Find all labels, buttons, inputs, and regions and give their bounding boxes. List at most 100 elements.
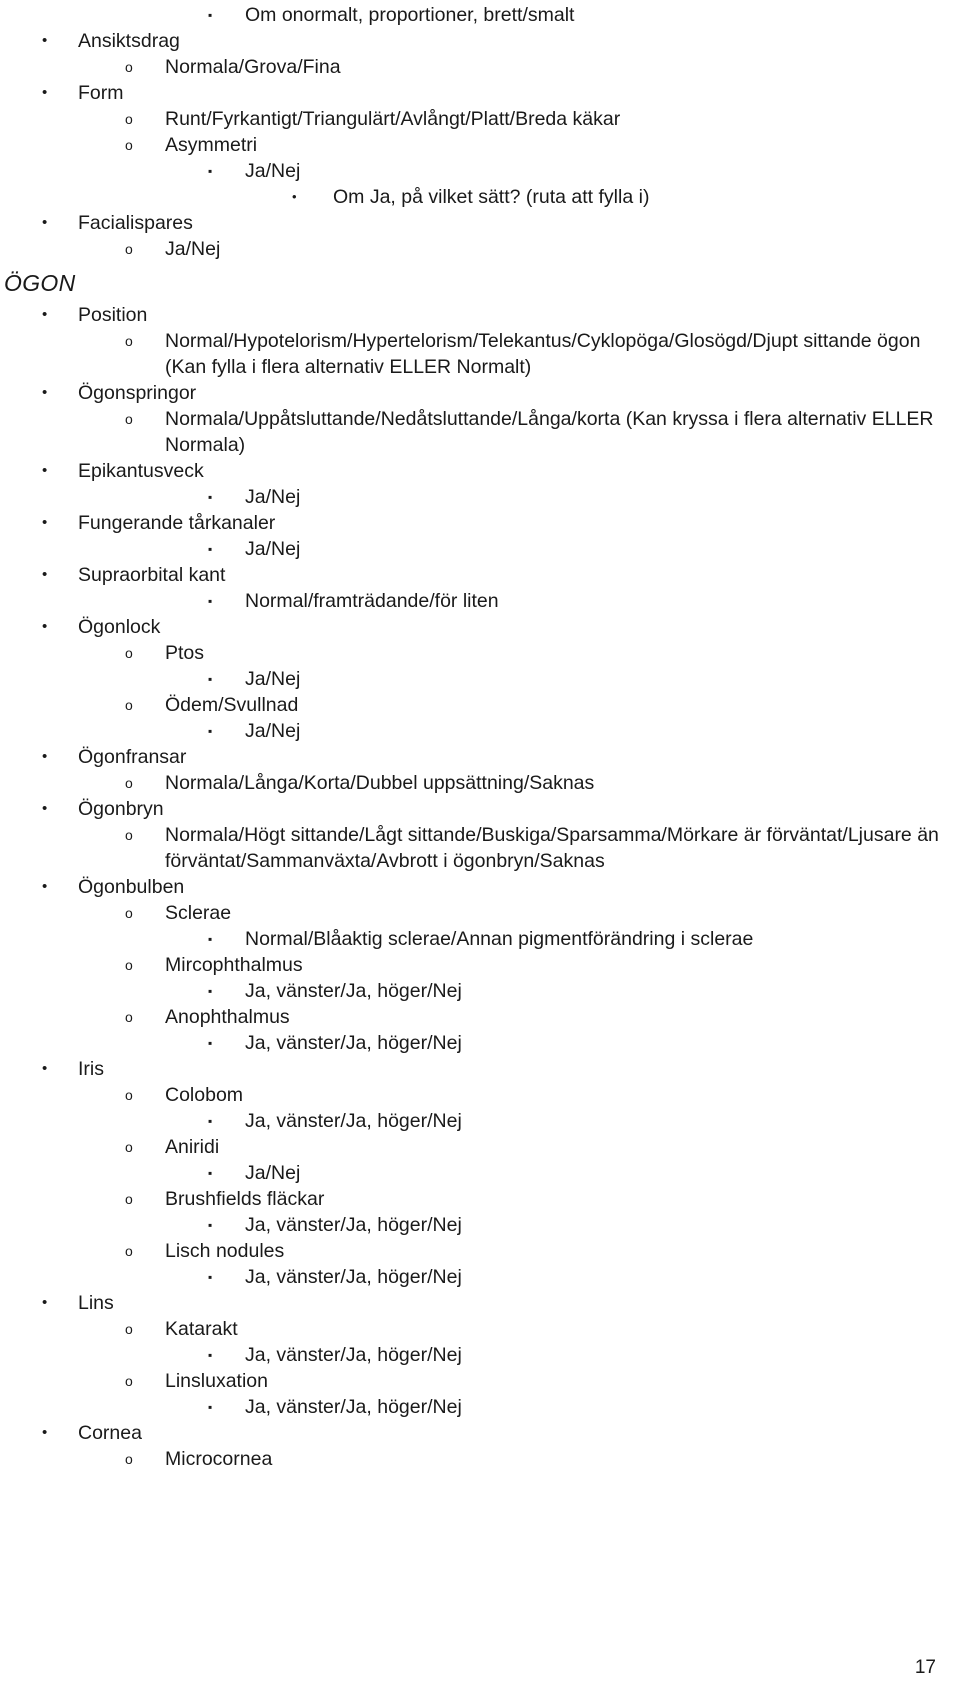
- section-heading: ÖGON: [4, 270, 76, 296]
- bullet-icon-level-2: o: [125, 1191, 133, 1207]
- bullet-icon-level-2: o: [125, 241, 133, 257]
- outline-item-level-3: ▪ Ja, vänster/Ja, höger/Nej: [0, 1030, 960, 1056]
- outline-item-level-2: o Anophthalmus: [0, 1004, 960, 1030]
- bullet-icon-level-2: o: [125, 905, 133, 921]
- bullet-icon-level-2: o: [125, 111, 133, 127]
- bullet-icon-level-1: •: [42, 462, 48, 479]
- outline-item-level-2: o Ödem/Svullnad: [0, 692, 960, 718]
- outline-item-level-2: o Microcornea: [0, 1446, 960, 1472]
- outline-item-label: Ögonspringor: [78, 382, 197, 404]
- outline-item-level-2: o Normala/Uppåtsluttande/Nedåtsluttande/L…: [0, 406, 960, 458]
- outline-item-label: Ja, vänster/Ja, höger/Nej: [245, 1396, 462, 1418]
- bullet-icon-level-1: •: [42, 878, 48, 895]
- outline-item-label: Ja/Nej: [245, 538, 301, 560]
- outline-item-level-3: ▪ Ja, vänster/Ja, höger/Nej: [0, 1212, 960, 1238]
- bullet-icon-level-1: •: [42, 1294, 48, 1311]
- bullet-icon-level-2: o: [125, 411, 133, 427]
- outline-item-label: Ja/Nej: [165, 238, 221, 260]
- outline-item-label: Lisch nodules: [165, 1240, 285, 1262]
- outline-item-label: Ja/Nej: [245, 160, 301, 182]
- outline-item-level-3: ▪ Ja/Nej: [0, 484, 960, 510]
- bullet-icon-level-2: o: [125, 333, 133, 349]
- bullet-icon-level-3: ▪: [208, 1166, 213, 1180]
- bullet-icon-level-3: ▪: [208, 490, 213, 504]
- bullet-icon-level-2: o: [125, 827, 133, 843]
- bullet-icon-level-2: o: [125, 1451, 133, 1467]
- outline-item-level-2: o Normal/Hypotelorism/Hypertelorism/Telek…: [0, 328, 960, 380]
- outline-item-level-3: ▪ Normal/Blåaktig sclerae/Annan pigmentfö…: [0, 926, 960, 952]
- outline-item-level-2: o Brushfields fläckar: [0, 1186, 960, 1212]
- outline-item-label: Brushfields fläckar: [165, 1188, 325, 1210]
- outline-item-level-1: • Fungerande tårkanaler: [0, 510, 960, 536]
- outline-item-label: Normal/framträdande/för liten: [245, 590, 499, 612]
- outline-item-level-2: o Normala/Högt sittande/Lågt sittande/Bus…: [0, 822, 960, 874]
- outline-item-label: Ödem/Svullnad: [165, 694, 299, 716]
- outline-item-level-1: • Ögonfransar: [0, 744, 960, 770]
- outline-item-label: Normala/Långa/Korta/Dubbel uppsättning/S…: [165, 772, 595, 794]
- bullet-icon-level-3: ▪: [208, 984, 213, 998]
- outline-item-label: Ja/Nej: [245, 668, 301, 690]
- outline-item-label: Lins: [78, 1292, 114, 1314]
- outline-item-level-1: • Epikantusveck: [0, 458, 960, 484]
- bullet-icon-level-3: ▪: [208, 724, 213, 738]
- outline-item-level-3: ▪ Om onormalt, proportioner, brett/smalt: [0, 2, 960, 28]
- outline-item-level-3: ▪ Ja/Nej: [0, 158, 960, 184]
- bullet-icon-level-1: •: [42, 384, 48, 401]
- outline-item-label: Ja, vänster/Ja, höger/Nej: [245, 1032, 462, 1054]
- bullet-icon-level-1: •: [42, 566, 48, 583]
- outline-item-level-1: • Iris: [0, 1056, 960, 1082]
- outline-item-level-1: • Facialispares: [0, 210, 960, 236]
- outline-item-level-1: • Position: [0, 302, 960, 328]
- outline-item-label: Normal/Blåaktig sclerae/Annan pigmentför…: [245, 928, 754, 950]
- bullet-icon-level-2: o: [125, 697, 133, 713]
- bullet-icon-level-3: ▪: [208, 8, 213, 22]
- bullet-icon-level-3: ▪: [208, 542, 213, 556]
- bullet-icon-level-3: ▪: [208, 594, 213, 608]
- outline-item-label: Ja, vänster/Ja, höger/Nej: [245, 1110, 462, 1132]
- outline-item-label: Iris: [78, 1058, 104, 1080]
- outline-item-level-1: • Form: [0, 80, 960, 106]
- bullet-icon-level-1: •: [42, 1060, 48, 1077]
- outline-item-label: Aniridi: [165, 1136, 220, 1158]
- outline-item-label: Ja, vänster/Ja, höger/Nej: [245, 1266, 462, 1288]
- bullet-icon-level-2: o: [125, 1009, 133, 1025]
- bullet-icon-level-2: o: [125, 1139, 133, 1155]
- outline-item-label: Om Ja, på vilket sätt? (ruta att fylla i…: [333, 186, 650, 208]
- bullet-icon-level-2: o: [125, 957, 133, 973]
- bullet-icon-level-3: ▪: [208, 1036, 213, 1050]
- outline-item-label: Ja/Nej: [245, 486, 301, 508]
- outline-item-label: Katarakt: [165, 1318, 238, 1340]
- bullet-icon-level-2: o: [125, 1321, 133, 1337]
- document-page: ▪ Om onormalt, proportioner, brett/smalt •…: [0, 0, 960, 1693]
- outline-item-label: Ögonbryn: [78, 798, 164, 820]
- outline-item-label: Ja/Nej: [245, 1162, 301, 1184]
- outline-item-level-3: ▪ Ja, vänster/Ja, höger/Nej: [0, 1394, 960, 1420]
- outline-item-label: Ansiktsdrag: [78, 30, 180, 52]
- outline-item-level-1: • Ögonbryn: [0, 796, 960, 822]
- outline-item-label: Runt/Fyrkantigt/Triangulärt/Avlångt/Plat…: [165, 108, 621, 130]
- outline-item-level-2: o Runt/Fyrkantigt/Triangulärt/Avlångt/Pla…: [0, 106, 960, 132]
- bullet-icon-level-3: ▪: [208, 932, 213, 946]
- bullet-icon-level-2: o: [125, 1243, 133, 1259]
- outline-item-level-2: o Aniridi: [0, 1134, 960, 1160]
- outline-item-label: Mircophthalmus: [165, 954, 303, 976]
- outline-item-level-3: ▪ Normal/framträdande/för liten: [0, 588, 960, 614]
- outline-item-label: Facialispares: [78, 212, 193, 234]
- outline-item-label: Colobom: [165, 1084, 244, 1106]
- outline-item-label: Anophthalmus: [165, 1006, 290, 1028]
- outline-item-level-2: o Asymmetri: [0, 132, 960, 158]
- outline-content: ▪ Om onormalt, proportioner, brett/smalt •…: [0, 2, 960, 1472]
- outline-item-label: Microcornea: [165, 1448, 273, 1470]
- bullet-icon-level-1: •: [42, 748, 48, 765]
- outline-item-label: Om onormalt, proportioner, brett/smalt: [245, 4, 575, 26]
- bullet-icon-level-1: •: [42, 800, 48, 817]
- bullet-icon-level-1: •: [42, 618, 48, 635]
- outline-item-label: Ja, vänster/Ja, höger/Nej: [245, 1344, 462, 1366]
- bullet-icon-level-2: o: [125, 59, 133, 75]
- bullet-icon-level-1: •: [42, 214, 48, 231]
- bullet-icon-level-2: o: [125, 645, 133, 661]
- outline-item-label: Normala/Grova/Fina: [165, 56, 341, 78]
- outline-item-label: Ögonbulben: [78, 876, 185, 898]
- bullet-icon-level-2: o: [125, 137, 133, 153]
- outline-item-label: Ja, vänster/Ja, höger/Nej: [245, 1214, 462, 1236]
